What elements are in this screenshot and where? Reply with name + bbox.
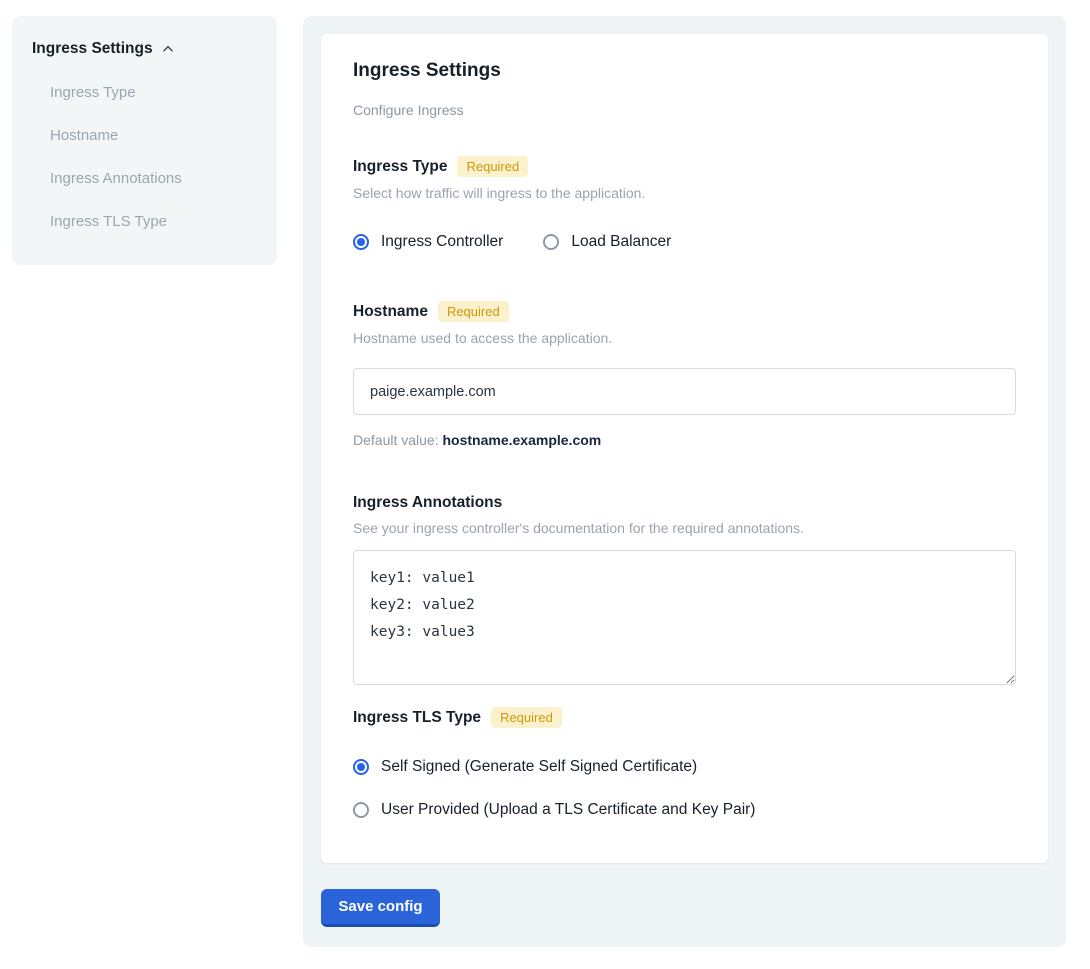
annotations-section-header: Ingress Annotations bbox=[353, 494, 1016, 512]
radio-option-user-provided[interactable]: User Provided (Upload a TLS Certificate … bbox=[353, 801, 1016, 819]
tls-type-section-header: Ingress TLS Type Required bbox=[353, 707, 1016, 728]
radio-option-label: User Provided (Upload a TLS Certificate … bbox=[381, 801, 755, 819]
hostname-default-line: Default value: hostname.example.com bbox=[353, 432, 1016, 448]
default-value: hostname.example.com bbox=[443, 432, 602, 448]
required-badge: Required bbox=[438, 301, 509, 322]
card-title: Ingress Settings bbox=[353, 60, 1016, 82]
radio-unselected-icon[interactable] bbox=[543, 234, 559, 250]
radio-option-self-signed[interactable]: Self Signed (Generate Self Signed Certif… bbox=[353, 758, 1016, 776]
required-badge: Required bbox=[491, 707, 562, 728]
chevron-up-icon bbox=[161, 42, 175, 56]
default-value-prefix: Default value: bbox=[353, 432, 443, 448]
ingress-annotations-textarea[interactable]: key1: value1 key2: value2 key3: value3 bbox=[353, 550, 1016, 685]
required-badge: Required bbox=[457, 156, 528, 177]
ingress-annotations-help: See your ingress controller's documentat… bbox=[353, 520, 1016, 536]
sidebar-item-ingress-type[interactable]: Ingress Type bbox=[50, 84, 257, 101]
ingress-settings-card: Ingress Settings Configure Ingress Ingre… bbox=[321, 34, 1048, 863]
card-subtitle: Configure Ingress bbox=[353, 102, 1016, 118]
radio-option-load-balancer[interactable]: Load Balancer bbox=[543, 233, 671, 251]
ingress-tls-type-label: Ingress TLS Type bbox=[353, 709, 481, 727]
hostname-section-header: Hostname Required bbox=[353, 301, 1016, 322]
save-config-button[interactable]: Save config bbox=[321, 889, 440, 927]
sidebar-section-label: Ingress Settings bbox=[32, 40, 153, 58]
sidebar-item-ingress-tls-type[interactable]: Ingress TLS Type bbox=[50, 213, 257, 230]
tls-type-options: Self Signed (Generate Self Signed Certif… bbox=[353, 758, 1016, 819]
ingress-type-section-header: Ingress Type Required bbox=[353, 156, 1016, 177]
settings-panel: Ingress Settings Configure Ingress Ingre… bbox=[303, 16, 1066, 947]
radio-option-label: Self Signed (Generate Self Signed Certif… bbox=[381, 758, 697, 776]
ingress-type-help: Select how traffic will ingress to the a… bbox=[353, 185, 1016, 201]
hostname-input[interactable] bbox=[353, 368, 1016, 415]
hostname-label: Hostname bbox=[353, 303, 428, 321]
radio-unselected-icon[interactable] bbox=[353, 802, 369, 818]
sidebar-section-ingress-settings[interactable]: Ingress Settings bbox=[32, 40, 257, 58]
radio-selected-icon[interactable] bbox=[353, 234, 369, 250]
ingress-type-options: Ingress Controller Load Balancer bbox=[353, 233, 1016, 251]
sidebar-item-hostname[interactable]: Hostname bbox=[50, 127, 257, 144]
hostname-help: Hostname used to access the application. bbox=[353, 330, 1016, 346]
radio-option-label: Load Balancer bbox=[571, 233, 671, 251]
ingress-annotations-label: Ingress Annotations bbox=[353, 494, 502, 512]
radio-option-ingress-controller[interactable]: Ingress Controller bbox=[353, 233, 503, 251]
ingress-type-label: Ingress Type bbox=[353, 158, 447, 176]
sidebar: Ingress Settings Ingress Type Hostname I… bbox=[12, 16, 277, 265]
radio-selected-icon[interactable] bbox=[353, 759, 369, 775]
radio-option-label: Ingress Controller bbox=[381, 233, 503, 251]
sidebar-item-ingress-annotations[interactable]: Ingress Annotations bbox=[50, 170, 257, 187]
